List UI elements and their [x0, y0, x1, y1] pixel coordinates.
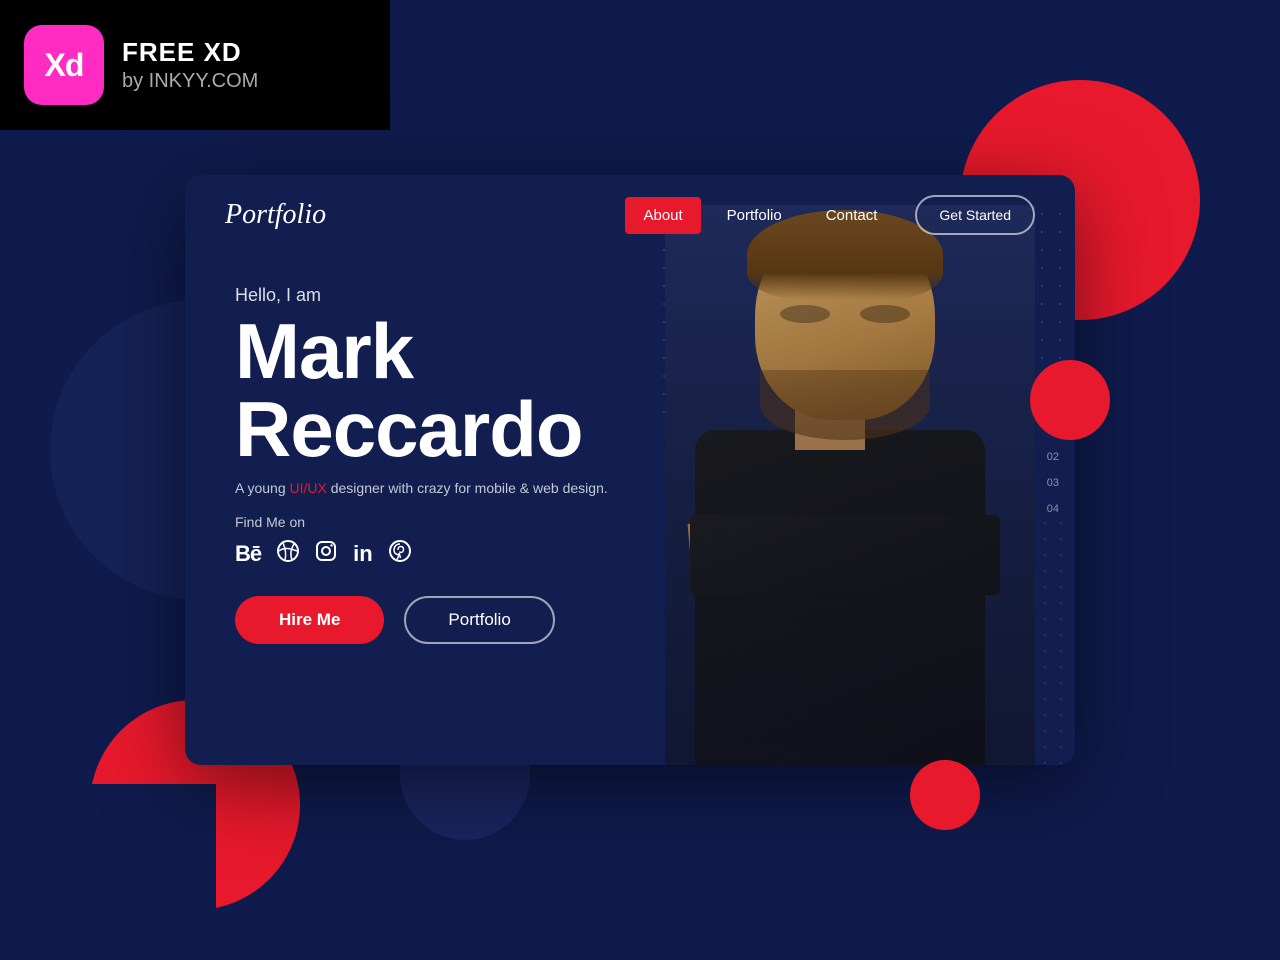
- instagram-icon[interactable]: [315, 540, 337, 568]
- xd-logo-icon: Xd: [24, 25, 104, 105]
- hero-name: Mark Reccardo: [235, 312, 1025, 468]
- circle-mid-right-decoration: [1030, 360, 1110, 440]
- page-indicators: 01 02 03 04: [1047, 425, 1059, 515]
- hire-me-button[interactable]: Hire Me: [235, 596, 384, 644]
- nav-item-contact[interactable]: Contact: [808, 197, 896, 234]
- nav-item-about[interactable]: About: [625, 197, 700, 234]
- nav-links: About Portfolio Contact Get Started: [625, 195, 1035, 235]
- find-me-label: Find Me on: [235, 514, 1025, 530]
- hero-last-name: Reccardo: [235, 390, 1025, 468]
- social-icons-group: Bē in: [235, 540, 1025, 568]
- xd-by-text: by INKYY.COM: [122, 70, 258, 93]
- pinterest-icon[interactable]: [389, 540, 411, 568]
- xd-badge: Xd FREE XD by INKYY.COM: [0, 0, 390, 130]
- portfolio-button[interactable]: Portfolio: [404, 596, 554, 644]
- hero-first-name: Mark: [235, 312, 1025, 390]
- hero-bio: A young UI/UX designer with crazy for mo…: [235, 480, 655, 496]
- linkedin-icon[interactable]: in: [353, 541, 373, 567]
- page-num-4[interactable]: 04: [1047, 503, 1059, 515]
- nav-item-portfolio[interactable]: Portfolio: [709, 197, 800, 234]
- hero-greeting: Hello, I am: [235, 285, 1025, 306]
- circle-bottom-right-decoration: [910, 760, 980, 830]
- navbar: Portfolio About Portfolio Contact Get St…: [185, 175, 1075, 255]
- bio-highlight: UI/UX: [290, 480, 327, 496]
- nav-logo: Portfolio: [225, 199, 326, 231]
- xd-logo-text: Xd: [45, 47, 84, 84]
- page-num-3[interactable]: 03: [1047, 477, 1059, 489]
- behance-icon[interactable]: Bē: [235, 541, 261, 567]
- page-num-2[interactable]: 02: [1047, 451, 1059, 463]
- nav-get-started-button[interactable]: Get Started: [915, 195, 1035, 235]
- xd-info: FREE XD by INKYY.COM: [122, 37, 258, 93]
- hero-section: Hello, I am Mark Reccardo A young UI/UX …: [185, 255, 1075, 644]
- dribbble-icon[interactable]: [277, 540, 299, 568]
- portfolio-card: Portfolio About Portfolio Contact Get St…: [185, 175, 1075, 765]
- xd-free-text: FREE XD: [122, 37, 258, 68]
- cta-buttons-group: Hire Me Portfolio: [235, 596, 1025, 644]
